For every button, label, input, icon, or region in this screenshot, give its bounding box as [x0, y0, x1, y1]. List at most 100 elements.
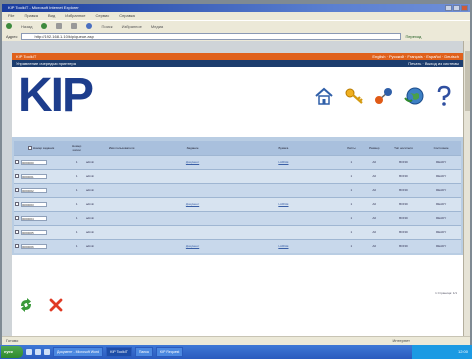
- paper-cell[interactable]: [227, 182, 340, 197]
- stop-icon[interactable]: [56, 23, 63, 29]
- row-checkbox[interactable]: [15, 230, 19, 234]
- go-button[interactable]: Переход: [405, 34, 421, 39]
- back-arrow-icon[interactable]: [6, 23, 12, 29]
- user-cell: admin: [85, 168, 159, 183]
- quicklaunch-mail-icon[interactable]: [44, 349, 50, 355]
- key-icon[interactable]: [343, 85, 365, 107]
- maximize-button[interactable]: [453, 5, 460, 11]
- scrollbar-thumb[interactable]: [465, 51, 470, 111]
- user-cell: admin: [85, 196, 159, 211]
- job-id[interactable]: 0000000: [21, 159, 47, 165]
- table-header-row: Номер задания Номер копии Имя пользовате…: [14, 141, 461, 155]
- column-header-size[interactable]: Размер: [362, 141, 386, 155]
- job-id[interactable]: 0000006: [21, 243, 47, 249]
- job-id[interactable]: 0000003: [21, 201, 47, 207]
- paper-cell[interactable]: LARGE: [227, 238, 340, 253]
- user-cell: admin: [85, 182, 159, 197]
- favorites-button[interactable]: Избранное: [122, 24, 142, 29]
- page-title: Управление очередью принтера: [16, 61, 76, 66]
- column-header-user[interactable]: Имя пользователя: [85, 141, 159, 155]
- size-cell: A0: [362, 154, 386, 169]
- paper-cell[interactable]: LARGE: [227, 154, 340, 169]
- search-button[interactable]: Поиск: [101, 24, 112, 29]
- menu-item-edit[interactable]: Правка: [24, 12, 38, 20]
- job-id[interactable]: 0000001: [21, 173, 47, 179]
- taskbar-button[interactable]: KIP ToolkIT: [106, 347, 132, 357]
- quicklaunch-ie-icon[interactable]: [26, 349, 32, 355]
- row-checkbox[interactable]: [15, 216, 19, 220]
- column-header-job[interactable]: Задание: [158, 141, 228, 155]
- copy-cell: 1: [68, 210, 85, 225]
- menu-item-tools[interactable]: Сервис: [96, 12, 110, 20]
- globe-icon[interactable]: [403, 85, 425, 107]
- row-checkbox[interactable]: [15, 188, 19, 192]
- strip-links[interactable]: Печать · Выход из системы: [408, 60, 459, 67]
- table-row[interactable]: 0000005 1 admin 1 A0 BOND READY: [14, 224, 461, 239]
- column-header-copy[interactable]: Номер копии: [68, 141, 85, 155]
- refresh-icon[interactable]: [18, 297, 34, 313]
- table-row[interactable]: 0000003 1 admin Документ LARGE 1 A0 BOND…: [14, 196, 461, 211]
- vertical-scrollbar[interactable]: [463, 41, 470, 336]
- column-header-paper[interactable]: Бумага: [227, 141, 340, 155]
- close-button[interactable]: [461, 5, 468, 11]
- banner: KIP: [12, 67, 463, 127]
- table-row[interactable]: 0000000 1 admin Документ LARGE 1 A0 BOND…: [14, 154, 461, 169]
- status-bar: Готово Интернет: [2, 336, 470, 345]
- window-titlebar: KIP ToolkIT - Microsoft Internet Explore…: [2, 4, 470, 12]
- row-checkbox[interactable]: [15, 244, 19, 249]
- column-header-media[interactable]: Тип носителя: [385, 141, 422, 155]
- help-icon[interactable]: [433, 85, 455, 107]
- job-cell[interactable]: Документ: [158, 238, 228, 253]
- column-header-job-id[interactable]: Номер задания: [14, 141, 69, 155]
- menu-item-view[interactable]: Вид: [48, 12, 55, 20]
- kip-logo: KIP: [18, 69, 94, 122]
- table-row[interactable]: 0000006 1 admin Документ LARGE 1 A0 BOND…: [14, 238, 461, 253]
- back-button[interactable]: Назад: [21, 24, 32, 29]
- quicklaunch-desktop-icon[interactable]: [35, 349, 41, 355]
- table-row[interactable]: 0000004 1 admin 1 A0 BOND READY: [14, 210, 461, 225]
- menu-item-favorites[interactable]: Избранное: [65, 12, 85, 20]
- row-checkbox[interactable]: [15, 160, 19, 164]
- column-header-sheets[interactable]: Листы: [339, 141, 363, 155]
- job-cell[interactable]: [158, 210, 228, 225]
- refresh-icon[interactable]: [71, 23, 78, 29]
- select-all-checkbox[interactable]: [27, 145, 32, 150]
- start-button[interactable]: пуск: [1, 346, 23, 358]
- taskbar-button[interactable]: Документ - Microsoft Word: [53, 347, 104, 357]
- taskbar-button[interactable]: Папка: [134, 347, 153, 357]
- home-icon[interactable]: [86, 23, 93, 29]
- job-id[interactable]: 0000004: [21, 215, 47, 221]
- minimize-button[interactable]: [445, 5, 452, 11]
- paper-cell[interactable]: [227, 210, 340, 225]
- job-cell[interactable]: Документ: [158, 154, 228, 169]
- job-cell[interactable]: [158, 182, 228, 197]
- paper-cell[interactable]: LARGE: [227, 196, 340, 211]
- address-input[interactable]: http://192.168.1.10/kip/queue.asp: [21, 32, 402, 40]
- delete-icon[interactable]: [48, 297, 64, 313]
- forward-arrow-icon[interactable]: [41, 23, 48, 29]
- paper-cell[interactable]: [227, 168, 340, 183]
- site-topbar-title: KIP ToolkIT: [16, 54, 37, 59]
- network-icon[interactable]: [373, 85, 395, 107]
- job-cell[interactable]: [158, 224, 228, 239]
- table-row[interactable]: 0000002 1 admin 1 A0 BOND READY: [14, 182, 461, 197]
- pager[interactable]: 1 Страница: 1/1: [435, 291, 457, 295]
- menu-item-help[interactable]: Справка: [119, 12, 135, 20]
- language-links[interactable]: English · Русский · Français · Español ·…: [372, 53, 459, 60]
- menu-item-file[interactable]: File: [8, 12, 14, 20]
- table-row[interactable]: 0000001 1 admin 1 A0 BOND READY: [14, 168, 461, 183]
- column-header-state[interactable]: Состояние: [421, 141, 461, 155]
- job-id[interactable]: 0000002: [21, 187, 47, 193]
- row-checkbox[interactable]: [15, 202, 19, 206]
- user-cell: admin: [85, 224, 159, 239]
- paper-cell[interactable]: [227, 224, 340, 239]
- row-checkbox[interactable]: [15, 174, 19, 178]
- home-icon[interactable]: [313, 85, 335, 107]
- job-cell[interactable]: [158, 168, 228, 183]
- job-cell[interactable]: Документ: [158, 196, 228, 211]
- system-tray-clock[interactable]: 12:00: [412, 345, 472, 359]
- media-button[interactable]: Медиа: [151, 24, 163, 29]
- copy-cell: 1: [68, 224, 85, 239]
- taskbar-button[interactable]: KIP Request: [155, 347, 184, 357]
- job-id[interactable]: 0000005: [21, 229, 47, 235]
